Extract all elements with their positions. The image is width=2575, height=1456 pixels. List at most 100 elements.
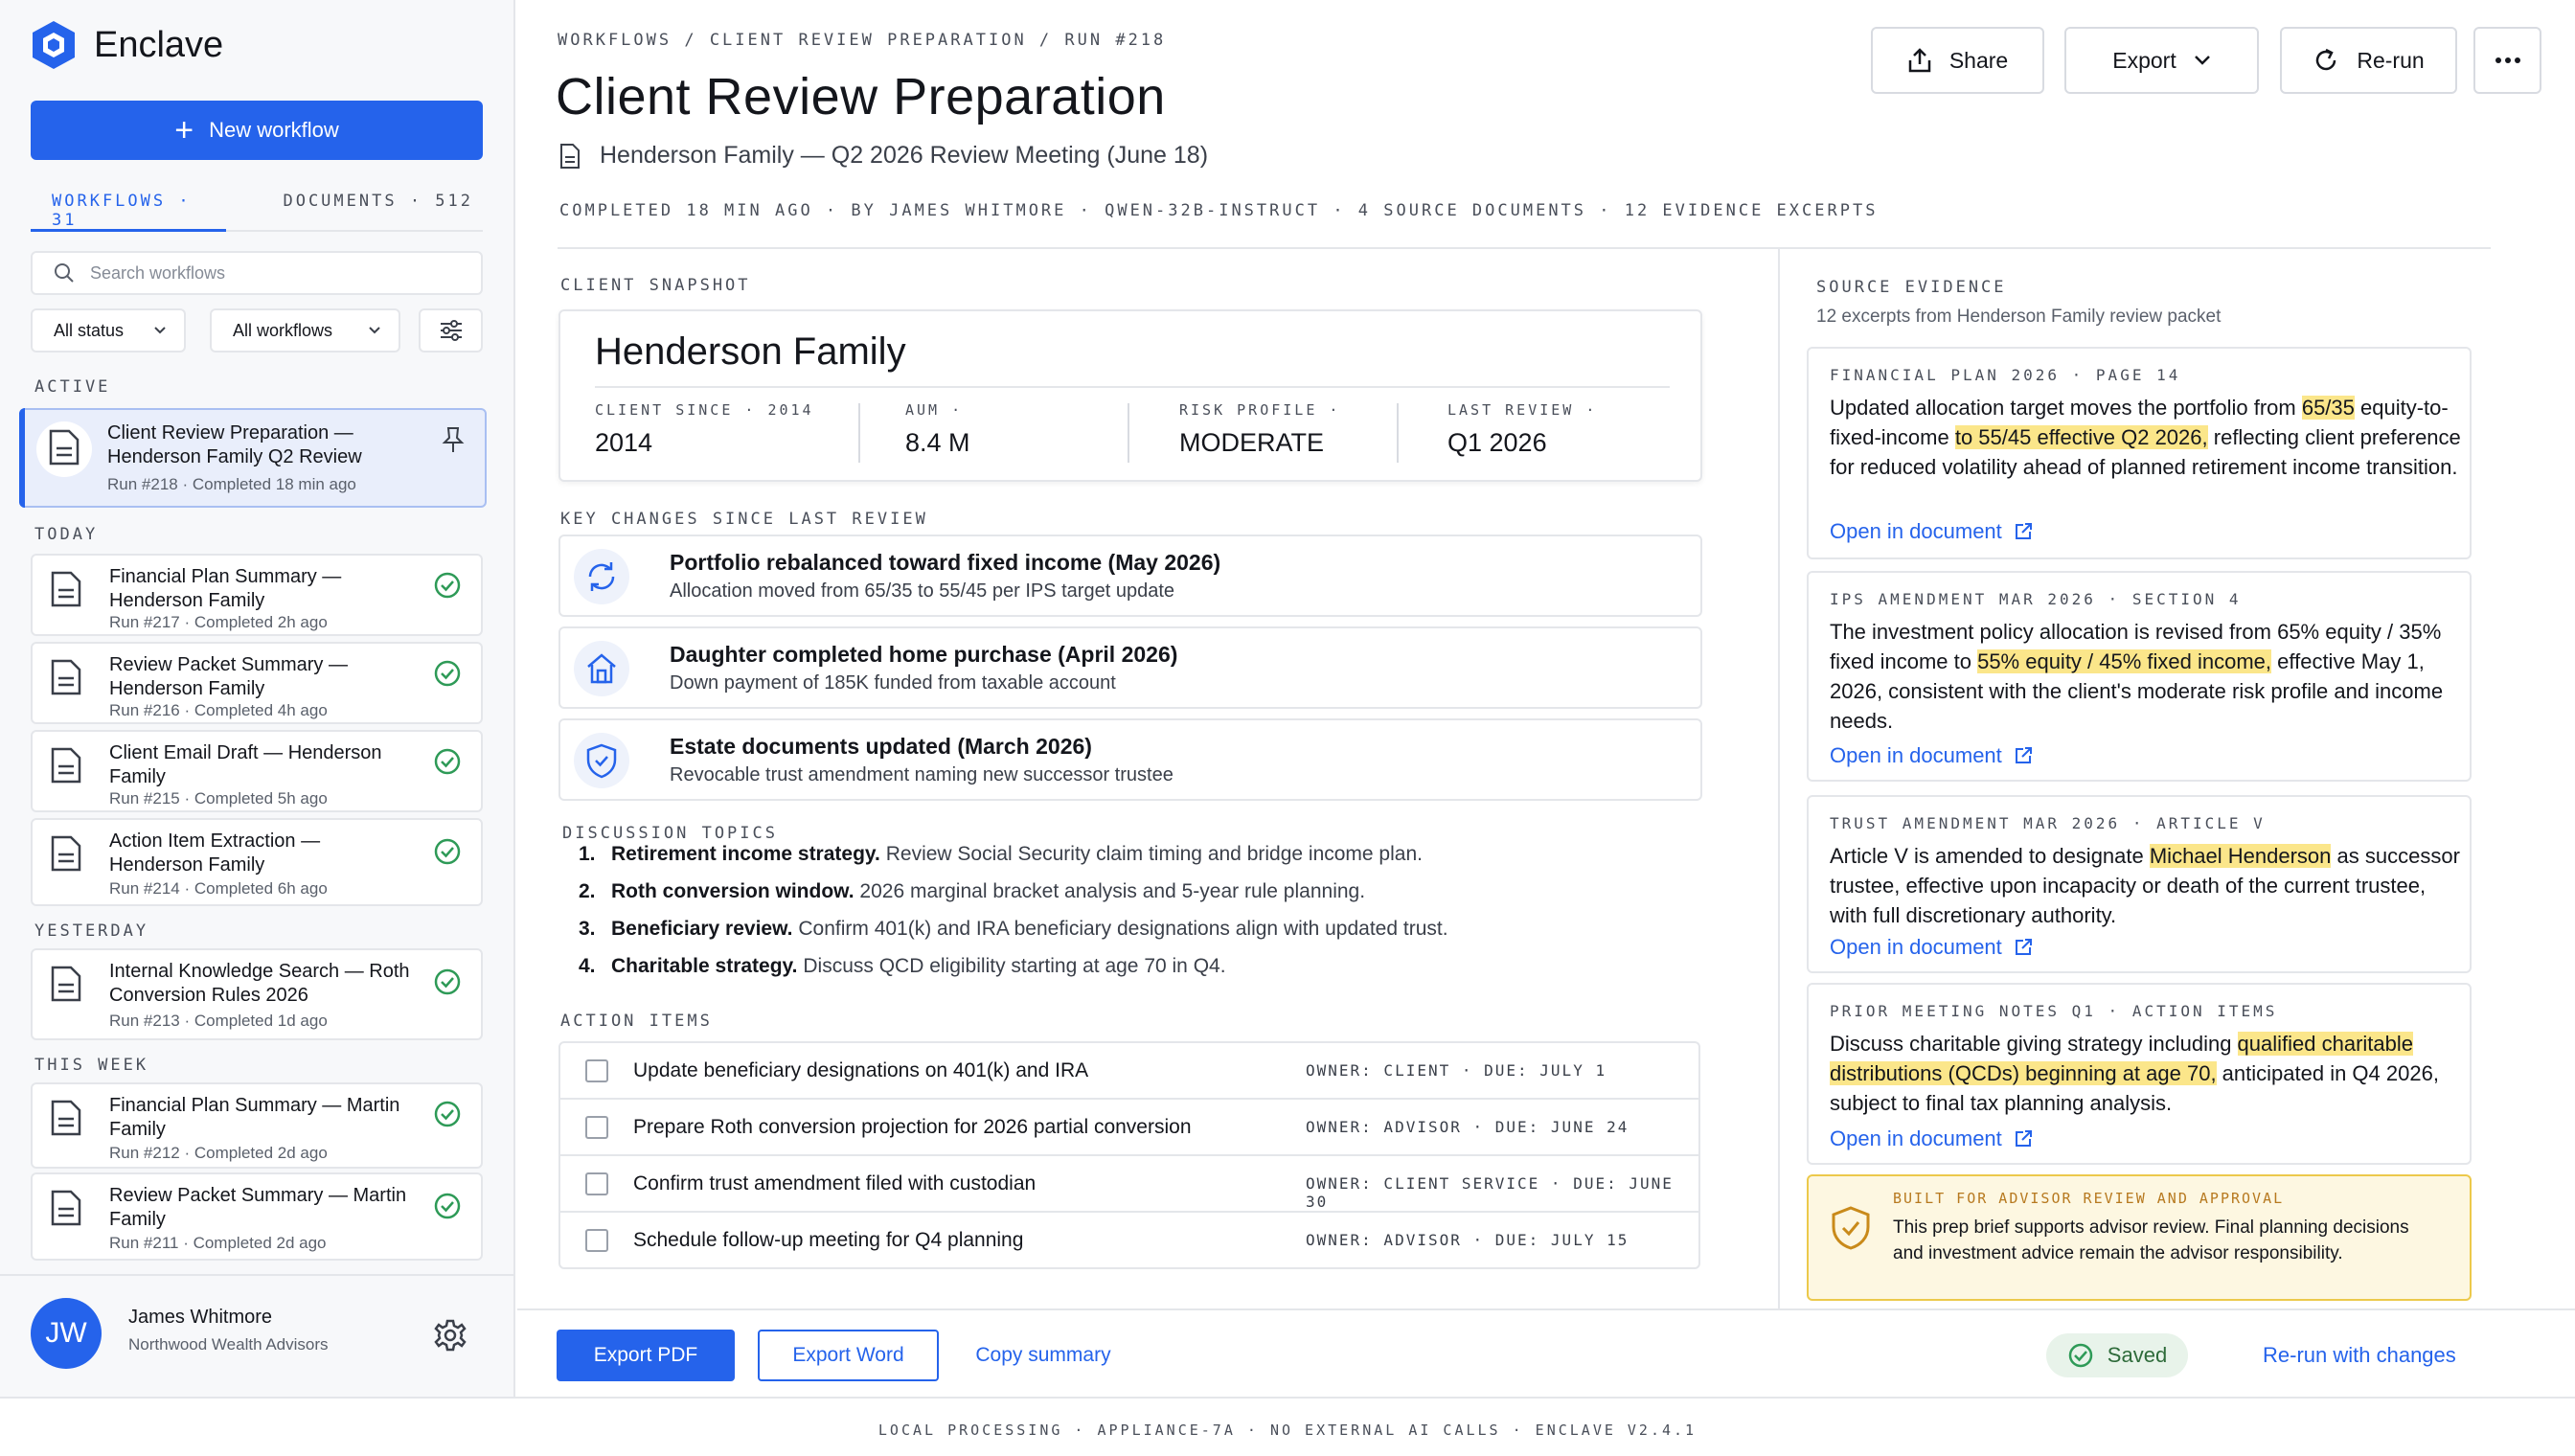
user-panel: JW James Whitmore Northwood Wealth Advis… — [0, 1274, 515, 1397]
workflow-item-active[interactable]: Client Review Preparation — Henderson Fa… — [19, 408, 487, 508]
export-word-button[interactable]: Export Word — [758, 1330, 939, 1381]
action-owner: OWNER: CLIENT SERVICE · DUE: JUNE 30 — [1306, 1174, 1674, 1211]
more-horizontal-icon — [2495, 57, 2520, 63]
workflow-item[interactable]: Internal Knowledge Search — Roth Convers… — [31, 948, 483, 1040]
change-item: Portfolio rebalanced toward fixed income… — [558, 535, 1702, 617]
status-filter-select[interactable]: All status — [31, 308, 186, 353]
list-item: 4. Charitable strategy. Discuss QCD eligi… — [579, 955, 1226, 977]
share-icon — [1908, 48, 1931, 73]
group-label-today: TODAY — [34, 525, 99, 544]
open-in-document-link[interactable]: Open in document — [1830, 1126, 2033, 1151]
document-icon — [51, 571, 81, 607]
workflow-item[interactable]: Client Email Draft — Henderson Family Ru… — [31, 730, 483, 812]
external-link-icon — [2015, 939, 2032, 955]
workflow-item-meta: Run #213 · Completed 1d ago — [109, 1012, 328, 1030]
list-item: 2. Roth conversion window. 2026 marginal … — [579, 880, 1366, 902]
workflow-filter-select[interactable]: All workflows — [210, 308, 400, 353]
refresh-icon — [588, 562, 615, 591]
action-owner: OWNER: ADVISOR · DUE: JUNE 24 — [1306, 1118, 1629, 1136]
pin-icon[interactable] — [439, 425, 467, 454]
evidence-excerpt: Updated allocation target moves the port… — [1830, 396, 2461, 479]
change-desc: Revocable trust amendment naming new suc… — [670, 764, 1174, 785]
action-checkbox[interactable] — [585, 1059, 608, 1082]
evidence-excerpt: The investment policy allocation is revi… — [1830, 620, 2444, 733]
export-pdf-button[interactable]: Export PDF — [557, 1330, 735, 1381]
rerun-button[interactable]: Re-run — [2280, 27, 2457, 94]
breadcrumb: WORKFLOWS / CLIENT REVIEW PREPARATION / … — [558, 31, 1167, 50]
workflow-item-title: Review Packet Summary — Martin Family — [109, 1185, 407, 1230]
chevron-down-icon — [2194, 56, 2210, 65]
workflow-item-title: Client Review Preparation — Henderson Fa… — [107, 422, 362, 467]
action-checkbox[interactable] — [585, 1229, 608, 1252]
document-icon — [51, 659, 81, 695]
avatar[interactable]: JW — [31, 1298, 102, 1369]
header-divider — [558, 247, 2491, 249]
more-options-button[interactable] — [2473, 27, 2541, 94]
check-circle-icon — [434, 1193, 461, 1219]
list-item: 3. Beneficiary review. Confirm 401(k) and… — [579, 918, 1448, 940]
list-item: 1. Retirement income strategy. Review Soc… — [579, 843, 1423, 865]
tab-workflows[interactable]: WORKFLOWS · 31 — [31, 192, 226, 232]
workflow-item-title: Internal Knowledge Search — Roth Convers… — [109, 961, 410, 1006]
action-item-row: Prepare Roth conversion projection for 2… — [560, 1100, 1698, 1156]
change-item: Daughter completed home purchase (April … — [558, 626, 1702, 709]
evidence-card: FINANCIAL PLAN 2026 · PAGE 14 Updated al… — [1807, 347, 2472, 559]
brand[interactable]: Enclave — [31, 19, 223, 71]
snapshot-field-client-since: CLIENT SINCE · 2014 2014 — [595, 401, 814, 457]
workflow-item-title: Financial Plan Summary — Martin Family — [109, 1095, 400, 1140]
action-owner: OWNER: ADVISOR · DUE: JULY 15 — [1306, 1231, 1629, 1249]
client-name: Henderson Family — [595, 330, 906, 373]
evidence-excerpt: Discuss charitable giving strategy inclu… — [1830, 1032, 2439, 1115]
check-circle-icon — [434, 748, 461, 775]
chevron-down-icon — [154, 327, 166, 334]
action-checkbox[interactable] — [585, 1116, 608, 1139]
evidence-source: IPS AMENDMENT MAR 2026 · SECTION 4 — [1830, 590, 2242, 608]
open-in-document-link[interactable]: Open in document — [1830, 935, 2033, 960]
rerun-with-changes-button[interactable]: Re-run with changes — [2263, 1343, 2456, 1368]
new-workflow-button[interactable]: + New workflow — [31, 101, 483, 160]
copy-summary-button[interactable]: Copy summary — [971, 1330, 1115, 1381]
advisor-review-notice: BUILT FOR ADVISOR REVIEW AND APPROVAL Th… — [1807, 1174, 2472, 1301]
workflow-item[interactable]: Review Packet Summary — Martin Family Ru… — [31, 1172, 483, 1261]
page-subtitle: Henderson Family — Q2 2026 Review Meetin… — [559, 142, 1208, 170]
workflow-item[interactable]: Financial Plan Summary — Martin Family R… — [31, 1082, 483, 1169]
evidence-source: FINANCIAL PLAN 2026 · PAGE 14 — [1830, 366, 2181, 384]
workflow-item-meta: Run #211 · Completed 2d ago — [109, 1234, 327, 1252]
snapshot-field-risk-profile: RISK PROFILE · MODERATE — [1179, 401, 1341, 457]
run-meta: COMPLETED 18 MIN AGO · BY JAMES WHITMORE… — [559, 201, 1879, 220]
search-input[interactable] — [90, 262, 454, 284]
group-label-active: ACTIVE — [34, 377, 111, 397]
notice-title: BUILT FOR ADVISOR REVIEW AND APPROVAL — [1893, 1190, 2285, 1207]
check-circle-icon — [434, 838, 461, 865]
sliders-icon — [440, 320, 462, 341]
check-circle-icon — [434, 968, 461, 995]
new-workflow-label: New workflow — [209, 118, 339, 142]
action-text: Update beneficiary designations on 401(k… — [633, 1059, 1089, 1081]
home-icon — [587, 653, 616, 684]
document-icon — [51, 835, 81, 872]
open-in-document-link[interactable]: Open in document — [1830, 743, 2033, 768]
share-button[interactable]: Share — [1871, 27, 2044, 94]
workflow-item[interactable]: Review Packet Summary — Henderson Family… — [31, 642, 483, 724]
action-checkbox[interactable] — [585, 1172, 608, 1195]
workflow-item-title: Review Packet Summary — Henderson Family — [109, 654, 348, 699]
user-org: Northwood Wealth Advisors — [128, 1335, 329, 1354]
open-in-document-link[interactable]: Open in document — [1830, 519, 2033, 544]
export-dropdown-button[interactable]: Export — [2064, 27, 2259, 94]
action-text: Confirm trust amendment filed with custo… — [633, 1172, 1037, 1194]
document-icon — [51, 747, 81, 784]
document-icon — [51, 1100, 81, 1136]
filter-settings-button[interactable] — [419, 308, 483, 353]
evidence-subtitle: 12 excerpts from Henderson Family review… — [1816, 307, 2222, 327]
shield-icon — [586, 743, 617, 779]
gear-icon[interactable] — [433, 1318, 467, 1353]
change-title: Daughter completed home purchase (April … — [670, 642, 1178, 667]
change-item: Estate documents updated (March 2026) Re… — [558, 718, 1702, 801]
workflow-item[interactable]: Financial Plan Summary — Henderson Famil… — [31, 554, 483, 636]
search-box[interactable] — [31, 251, 483, 295]
workflow-item-meta: Run #217 · Completed 2h ago — [109, 613, 328, 631]
workflow-item[interactable]: Action Item Extraction — Henderson Famil… — [31, 818, 483, 906]
document-icon — [560, 143, 580, 169]
workflow-item-title: Client Email Draft — Henderson Family — [109, 742, 382, 787]
tab-documents[interactable]: DOCUMENTS · 512 — [253, 192, 483, 211]
